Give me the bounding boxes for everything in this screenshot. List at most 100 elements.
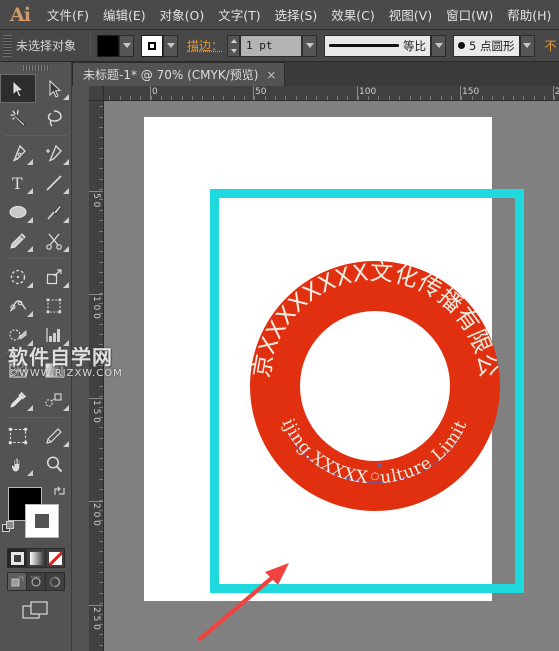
slice-tool[interactable] — [36, 421, 72, 450]
brush-definition-combo[interactable]: 5 点圆形 — [453, 34, 520, 57]
width-tool[interactable] — [0, 291, 36, 320]
menu-window[interactable]: 窗口(W) — [439, 0, 500, 29]
toolbox-grip[interactable] — [0, 62, 71, 74]
fill-color-swatch[interactable] — [97, 34, 120, 57]
close-icon[interactable]: × — [266, 68, 276, 82]
control-divider-1 — [90, 33, 92, 58]
change-screen-mode[interactable] — [21, 600, 50, 622]
ruler-major-tick — [553, 86, 554, 100]
fill-stroke-control — [0, 483, 72, 545]
ruler-tick — [420, 96, 421, 100]
menu-help[interactable]: 帮助(H) — [500, 0, 558, 29]
mesh-tool[interactable] — [0, 356, 36, 385]
control-bar: 未选择对象 描边： 1 pt 等比 5 点圆形 不 — [0, 30, 559, 62]
stroke-weight-label[interactable]: 描边： — [187, 37, 223, 54]
column-graph-tool[interactable] — [36, 320, 72, 349]
svg-text:T: T — [12, 174, 23, 192]
add-anchor-point-tool[interactable] — [36, 139, 72, 168]
line-segment-tool[interactable] — [36, 168, 72, 197]
lasso-tool[interactable] — [36, 103, 72, 132]
opacity-label[interactable]: 不 — [545, 37, 557, 54]
stroke-swatch[interactable] — [25, 504, 59, 538]
menu-bar: Ai 文件(F) 编辑(E) 对象(O) 文字(T) 选择(S) 效果(C) 视… — [0, 0, 559, 30]
ellipse-tool[interactable] — [0, 197, 36, 226]
ruler-tick — [140, 96, 141, 100]
swap-fill-stroke-icon[interactable] — [53, 485, 66, 498]
magic-wand-tool[interactable] — [0, 103, 36, 132]
pencil-tool[interactable] — [0, 226, 36, 255]
ruler-tick — [430, 96, 431, 100]
menu-select[interactable]: 选择(S) — [268, 0, 325, 29]
fill-swatch-dropdown[interactable] — [119, 34, 135, 57]
hand-tool[interactable] — [0, 450, 36, 479]
color-mode-button[interactable] — [8, 549, 27, 567]
artboard-tool[interactable] — [0, 421, 36, 450]
chevron-down-icon — [305, 43, 314, 48]
ruler-tick — [99, 386, 103, 387]
ruler-tick — [99, 231, 103, 232]
menu-file[interactable]: 文件(F) — [40, 0, 96, 29]
ruler-tick — [99, 593, 103, 594]
horizontal-ruler[interactable]: 0 50 100 150 200 — [104, 86, 559, 101]
ruler-tick — [99, 334, 103, 335]
draw-inside-icon — [49, 576, 60, 587]
caret-down-icon — [230, 48, 237, 53]
free-transform-tool[interactable] — [36, 291, 72, 320]
gradient-tool[interactable] — [36, 356, 72, 385]
tool-flyout-indicator — [63, 188, 69, 194]
default-fill-stroke-icon[interactable] — [2, 521, 15, 534]
selection-tool[interactable] — [0, 74, 36, 103]
menu-view[interactable]: 视图(V) — [382, 0, 439, 29]
scale-tool[interactable] — [36, 262, 72, 291]
stroke-weight-stepper[interactable] — [227, 34, 241, 57]
stroke-profile-dropdown[interactable] — [431, 34, 447, 57]
ruler-tick — [99, 179, 103, 180]
menu-edit[interactable]: 编辑(E) — [96, 0, 153, 29]
draw-inside-mode-button[interactable] — [46, 573, 64, 590]
menu-object[interactable]: 对象(O) — [153, 0, 212, 29]
menu-type[interactable]: 文字(T) — [211, 0, 267, 29]
ruler-tick — [275, 96, 276, 100]
draw-normal-mode-button[interactable] — [8, 573, 27, 590]
ruler-major-tick — [89, 191, 103, 192]
draw-behind-mode-button[interactable] — [27, 573, 46, 590]
ruler-tick — [492, 96, 493, 100]
brush-definition-dropdown[interactable] — [519, 34, 535, 57]
shape-builder-tool[interactable] — [0, 320, 36, 349]
gradient-mode-button[interactable] — [27, 549, 46, 567]
ruler-tick — [192, 96, 193, 100]
caret-up-icon — [230, 38, 237, 43]
vertical-ruler[interactable]: 5 0 1 0 0 1 5 0 2 0 0 2 5 0 — [89, 101, 104, 651]
document-tab[interactable]: 未标题-1* @ 70% (CMYK/预览) × — [72, 62, 286, 86]
direct-selection-tool[interactable] — [36, 74, 72, 103]
rotate-tool[interactable] — [0, 262, 36, 291]
tool-flyout-indicator — [27, 340, 33, 346]
eyedropper-tool[interactable] — [0, 385, 36, 414]
control-bar-grip[interactable] — [3, 34, 12, 57]
toolbox-divider-3 — [5, 352, 67, 353]
none-mode-button[interactable] — [46, 549, 64, 567]
zoom-tool[interactable] — [36, 450, 72, 479]
ruler-tick — [513, 96, 514, 100]
ruler-major-tick — [460, 86, 461, 100]
scissors-tool[interactable] — [36, 226, 72, 255]
canvas-area[interactable]: 北京XXXXXXXX文化传播有限公司 beijing.XXXXXX ○ Cult… — [104, 101, 559, 651]
toolbox-panel: T — [0, 62, 72, 651]
artboard[interactable]: 北京XXXXXXXX文化传播有限公司 beijing.XXXXXX ○ Cult… — [144, 117, 524, 642]
ruler-tick — [378, 96, 379, 100]
stroke-color-swatch[interactable] — [141, 34, 164, 57]
ruler-corner[interactable] — [89, 86, 104, 101]
ruler-tick — [441, 96, 442, 100]
stroke-swatch-dropdown[interactable] — [163, 34, 179, 57]
stroke-profile-combo[interactable]: 等比 — [324, 34, 432, 57]
paintbrush-tool[interactable] — [36, 197, 72, 226]
stroke-weight-dropdown[interactable] — [302, 34, 318, 57]
menu-effect[interactable]: 效果(C) — [324, 0, 381, 29]
type-tool[interactable]: T — [0, 168, 36, 197]
pen-tool[interactable] — [0, 139, 36, 168]
stroke-weight-input[interactable]: 1 pt — [240, 34, 303, 57]
paint-mode-row — [7, 548, 65, 568]
circular-seal-artwork[interactable]: 北京XXXXXXXX文化传播有限公司 beijing.XXXXXX ○ Cult… — [238, 241, 501, 511]
blend-tool[interactable] — [36, 385, 72, 414]
brush-definition-label: 5 点圆形 — [469, 38, 515, 53]
